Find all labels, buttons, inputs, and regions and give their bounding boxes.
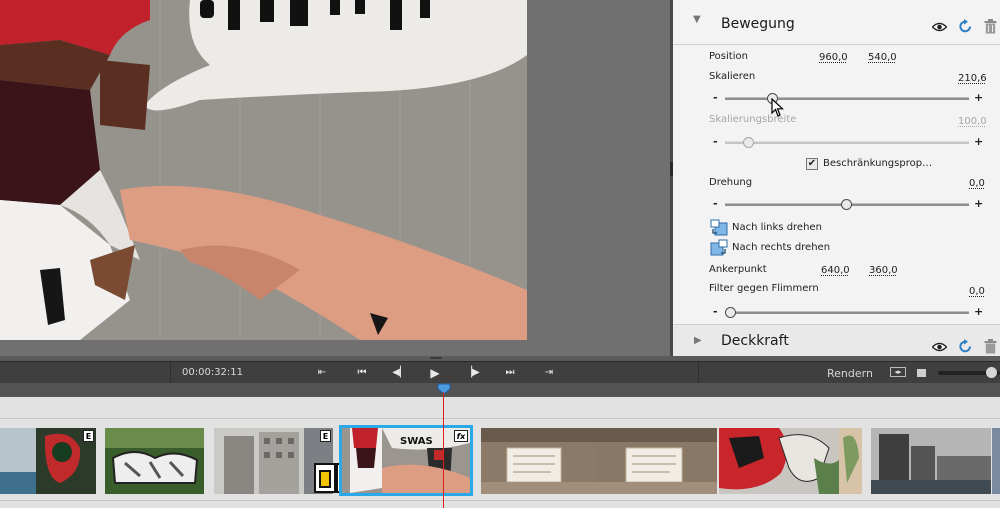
flicker-slider-thumb[interactable] [725,307,736,318]
opacity-trash-icon[interactable] [982,338,998,354]
clip-thumbnail[interactable]: E [0,428,96,494]
opacity-reset-icon[interactable] [957,338,973,354]
visibility-eye-icon[interactable] [931,19,947,35]
scale-label: Skalieren [709,71,756,82]
rotation-minus[interactable]: - [713,197,718,210]
anchor-y-value[interactable]: 360,0 [869,265,898,276]
rotate-left-icon[interactable] [710,219,728,236]
transition-marker[interactable] [314,463,336,493]
svg-text:SWAS: SWAS [400,436,433,447]
collapse-triangle-icon[interactable]: ▼ [693,14,701,25]
flicker-slider-track[interactable] [725,311,969,314]
flicker-filter-label: Filter gegen Flimmern [709,283,819,294]
rotate-right-icon[interactable] [710,239,728,256]
clip-thumbnail[interactable] [871,428,991,494]
scale-width-slider-track [725,141,969,144]
rotate-left-label[interactable]: Nach links drehen [732,222,822,233]
expand-triangle-icon[interactable]: ▶ [694,335,702,346]
reset-icon[interactable] [957,18,973,34]
playhead-line[interactable] [443,392,444,508]
go-to-start-icon[interactable]: ⇤ [314,366,330,380]
flicker-plus[interactable]: + [974,305,983,318]
step-back-icon[interactable]: ◀▏ [392,366,408,380]
clip-thumbnail[interactable] [481,428,598,494]
clip-thumbnail[interactable] [105,428,204,494]
play-icon[interactable]: ▶ [427,366,443,380]
timecode-display[interactable]: 00:00:32:11 [182,367,243,378]
preview-background-bottom [0,340,670,355]
opacity-visibility-eye-icon[interactable] [931,339,947,355]
trash-icon[interactable] [982,18,998,34]
flicker-filter-value[interactable]: 0,0 [969,286,985,297]
playhead-handle-icon[interactable] [437,383,451,395]
transport-bar: 00:00:32:11 ⇤ ⏮ ◀▏ ▶ ▕▶ ⏭ ⇥ Rendern ◂▸ [0,361,1000,384]
step-forward-icon[interactable]: ▕▶ [464,366,480,380]
preview-background [527,0,670,355]
properties-panel: ▼ Bewegung Position 960,0 540,0 Skaliere… [673,0,1000,357]
rotation-plus[interactable]: + [974,197,983,210]
clip-effect-fx-badge[interactable]: fx [454,430,468,442]
selected-clip-thumbnail[interactable]: SWAS fx [339,425,473,496]
anchor-x-value[interactable]: 640,0 [821,265,850,276]
next-edit-icon[interactable]: ⏭ [502,366,518,380]
scale-width-slider-thumb [743,137,754,148]
scale-width-minus: - [713,135,718,148]
video-preview[interactable] [0,0,527,340]
rotation-value[interactable]: 0,0 [969,178,985,189]
constrain-proportions-checkbox[interactable]: ✔ [806,158,818,170]
opacity-section-header[interactable]: ▶ Deckkraft [673,324,1000,357]
rotation-label: Drehung [709,177,753,188]
clip-badge-e: E [83,430,94,442]
track-divider [0,500,1000,501]
position-x-value[interactable]: 960,0 [819,52,848,63]
rotate-right-label[interactable]: Nach rechts drehen [732,242,830,253]
motion-section-title: Bewegung [721,16,795,32]
transport-divider [698,362,699,384]
flicker-minus[interactable]: - [713,305,718,318]
clip-badge-e: E [320,430,331,442]
constrain-proportions-label[interactable]: Beschränkungsproportionen [823,158,933,169]
scale-value[interactable]: 210,6 [958,73,987,84]
opacity-section-title: Deckkraft [721,333,789,349]
render-button[interactable]: Rendern [827,367,873,380]
go-to-end-icon[interactable]: ⇥ [541,366,557,380]
preview-frame-image [0,0,527,340]
clip-thumbnail[interactable] [598,428,717,494]
anchor-point-label: Ankerpunkt [709,264,767,275]
clip-thumbnail[interactable] [719,428,839,494]
clip-thumbnail-partial[interactable] [839,428,862,494]
transport-left-spacer [0,362,171,384]
zoom-slider-thumb[interactable] [986,367,997,378]
motion-section-header[interactable]: ▼ Bewegung [673,0,1000,44]
splitter-grip-handle[interactable] [430,357,442,359]
scale-width-value: 100,0 [958,116,987,127]
zoom-out-icon[interactable] [917,369,926,377]
scale-minus[interactable]: - [713,91,718,104]
scale-width-plus: + [974,135,984,148]
rotation-slider-thumb[interactable] [841,199,852,210]
scale-slider-track[interactable] [725,97,969,100]
clip-thumbnail-partial[interactable] [992,428,1000,494]
timeline-ruler[interactable] [0,383,1000,397]
position-y-value[interactable]: 540,0 [868,52,897,63]
scale-width-label: Skalierungsbreite [709,114,797,125]
fit-timeline-icon[interactable]: ◂▸ [890,367,906,377]
scale-plus[interactable]: + [974,91,983,104]
section-separator [673,44,1000,45]
previous-edit-icon[interactable]: ⏮ [354,366,370,380]
track-divider [0,418,1000,419]
position-label: Position [709,51,748,62]
